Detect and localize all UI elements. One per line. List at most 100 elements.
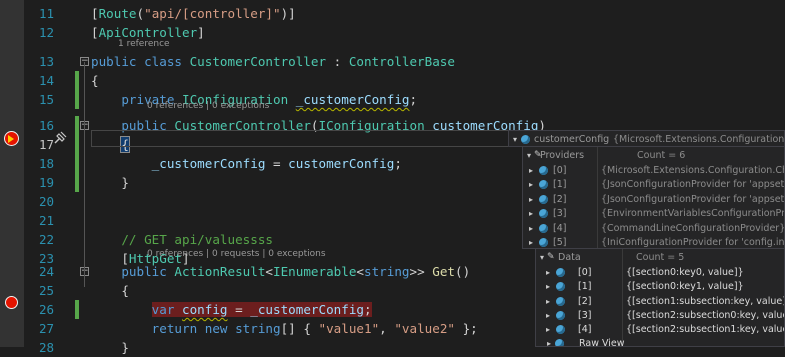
datatip-value: {Microsoft.Extensions.Configuration.Chai… bbox=[601, 165, 784, 176]
current-line-highlight bbox=[91, 130, 511, 147]
data-row[interactable]: ▸ [0] {[section0:key0, value]} bbox=[536, 265, 784, 280]
datatip-value: {[section1:subsection:key, value]} bbox=[626, 295, 785, 307]
data-row[interactable]: ▸ [1] {[section0:key1, value]} bbox=[536, 279, 784, 294]
datatip-row[interactable]: ▾ ✎ Providers Count = 6 bbox=[523, 148, 784, 163]
pin-datatip-icon[interactable] bbox=[52, 130, 68, 146]
code-text[interactable]: { bbox=[91, 281, 129, 300]
datatip-value: Count = 6 bbox=[637, 150, 686, 161]
line-number: 20 bbox=[38, 194, 54, 209]
expand-collapse-icon[interactable]: ▾ bbox=[525, 148, 533, 163]
line-number: 19 bbox=[38, 175, 54, 190]
change-indicator bbox=[75, 154, 79, 173]
datatip-name: [4] bbox=[578, 324, 592, 336]
change-indicator bbox=[75, 90, 79, 109]
expand-icon[interactable]: ▸ bbox=[545, 336, 553, 346]
datatip-name: Data bbox=[558, 252, 581, 263]
codelens-references[interactable]: 0 references | 0 exceptions bbox=[147, 100, 269, 113]
datatip-value: {JsonConfigurationProvider for 'appsetti… bbox=[601, 193, 785, 205]
expand-icon[interactable]: ▸ bbox=[527, 235, 535, 248]
provider-row[interactable]: ▸ [5] {IniConfigurationProvider for 'confi… bbox=[523, 235, 785, 248]
datatip-name: [3] bbox=[578, 309, 592, 321]
datatip-name: Providers bbox=[540, 150, 585, 161]
expand-icon[interactable]: ▸ bbox=[527, 206, 535, 221]
datatip-value: {JsonConfigurationProvider for 'appsetti… bbox=[601, 179, 785, 191]
code-line[interactable]: 11 [Route("api/[controller]")] bbox=[0, 4, 785, 23]
provider-row[interactable]: ▸ [0] {Microsoft.Extensions.Configuration.… bbox=[523, 163, 784, 178]
datatip-row-raw-view[interactable]: ▸ Raw View bbox=[536, 336, 784, 347]
line-number: 13 bbox=[38, 54, 54, 69]
expand-icon[interactable]: ▸ bbox=[544, 265, 552, 280]
provider-row[interactable]: ▸ [4] {CommandLineConfigurationProvider} bbox=[523, 221, 784, 236]
breakpoint-current-statement-icon[interactable] bbox=[4, 131, 19, 146]
datatip-value: {CommandLineConfigurationProvider} bbox=[601, 222, 785, 234]
code-line[interactable]: 14 { bbox=[0, 71, 785, 90]
code-text[interactable]: _customerConfig = customerConfig; bbox=[91, 154, 402, 173]
codelens-references[interactable]: 0 references | 0 requests | 0 exceptions bbox=[147, 248, 326, 261]
provider-row[interactable]: ▸ [3] {EnvironmentVariablesConfigurationPr… bbox=[523, 206, 784, 221]
datatip-value: {[section0:key0, value]} bbox=[626, 267, 744, 278]
expand-icon[interactable]: ▸ bbox=[544, 279, 552, 294]
expand-collapse-icon[interactable]: ▾ bbox=[538, 250, 546, 265]
fold-guide bbox=[84, 62, 85, 287]
object-icon bbox=[556, 310, 565, 320]
code-line[interactable]: 13− public class CustomerController : Con… bbox=[0, 52, 785, 71]
object-icon bbox=[539, 194, 548, 204]
expand-icon[interactable]: ▸ bbox=[527, 177, 535, 192]
object-icon bbox=[556, 296, 565, 306]
datatip-name: [4] bbox=[553, 222, 567, 234]
change-indicator bbox=[75, 135, 79, 154]
code-text[interactable]: } bbox=[91, 173, 129, 192]
datatip-name: [2] bbox=[553, 193, 567, 205]
data-row[interactable]: ▸ [4] {[section2:subsection1:key, value]} bbox=[536, 322, 784, 337]
datatip-row[interactable]: ▾ customerConfig {Microsoft.Extensions.C… bbox=[509, 132, 785, 146]
code-text[interactable]: var config = _customerConfig; bbox=[91, 300, 372, 319]
line-number: 18 bbox=[38, 156, 54, 171]
object-icon bbox=[556, 282, 565, 292]
change-indicator bbox=[75, 116, 79, 135]
code-text[interactable]: return new string[] { "value1", "value2"… bbox=[91, 319, 478, 338]
datatip-name: customerConfig bbox=[534, 134, 610, 145]
expand-icon[interactable]: ▸ bbox=[544, 308, 552, 323]
line-number: 11 bbox=[38, 6, 54, 21]
provider-row[interactable]: ▸ [1] {JsonConfigurationProvider for 'apps… bbox=[523, 177, 784, 192]
object-icon bbox=[521, 135, 530, 144]
datatip-name: [1] bbox=[553, 179, 567, 191]
expand-icon[interactable]: ▸ bbox=[544, 322, 552, 337]
object-icon bbox=[539, 209, 548, 219]
datatip-name: [2] bbox=[578, 295, 592, 307]
datatip-name: [1] bbox=[578, 281, 592, 293]
line-number: 16 bbox=[38, 118, 54, 133]
line-number: 24 bbox=[38, 264, 54, 279]
code-text[interactable]: } bbox=[91, 338, 129, 357]
provider-row[interactable]: ▸ [2] {JsonConfigurationProvider for 'apps… bbox=[523, 192, 784, 207]
expand-collapse-icon[interactable]: ▾ bbox=[511, 132, 519, 146]
code-line[interactable]: 15 private IConfiguration _customerConfi… bbox=[0, 90, 785, 109]
datatip-name: [0] bbox=[553, 165, 567, 176]
line-number: 28 bbox=[38, 340, 54, 355]
data-row[interactable]: ▸ [2] {[section1:subsection:key, value]} bbox=[536, 294, 784, 309]
object-icon bbox=[539, 238, 548, 247]
codelens-references[interactable]: 1 reference bbox=[118, 38, 170, 51]
expand-icon[interactable]: ▸ bbox=[544, 294, 552, 309]
code-text[interactable]: [Route("api/[controller]")] bbox=[91, 4, 296, 23]
datatip-data[interactable]: ▾ ✎ Data Count = 5 ▸ [0] {[section0:key0, … bbox=[535, 248, 785, 347]
expand-icon[interactable]: ▸ bbox=[527, 163, 535, 178]
code-text[interactable]: public class CustomerController : Contro… bbox=[91, 52, 455, 71]
object-icon bbox=[539, 180, 548, 190]
code-text[interactable]: public ActionResult<IEnumerable<string>>… bbox=[91, 262, 470, 281]
datatip-root[interactable]: ▾ customerConfig {Microsoft.Extensions.C… bbox=[508, 130, 785, 147]
datatip-value: {[section0:key1, value]} bbox=[626, 281, 744, 293]
code-text[interactable]: // GET api/valuessss bbox=[91, 230, 273, 249]
datatip-value: {IniConfigurationProvider for 'config.in… bbox=[601, 237, 785, 248]
data-row[interactable]: ▸ [3] {[section2:subsection0:key, value]} bbox=[536, 308, 784, 323]
object-icon bbox=[556, 325, 565, 335]
datatip-name: Raw View bbox=[579, 338, 625, 347]
datatip-providers[interactable]: ▾ ✎ Providers Count = 6 ▸ [0] {Microsoft.E… bbox=[522, 146, 785, 249]
datatip-value: {Microsoft.Extensions.Configuration.Conf… bbox=[613, 134, 785, 145]
breakpoint-icon[interactable] bbox=[5, 296, 18, 309]
datatip-row[interactable]: ▾ ✎ Data Count = 5 bbox=[536, 250, 784, 265]
code-text[interactable]: { bbox=[91, 71, 99, 90]
expand-icon[interactable]: ▸ bbox=[527, 192, 535, 207]
expand-icon[interactable]: ▸ bbox=[527, 221, 535, 236]
line-number: 27 bbox=[38, 321, 54, 336]
